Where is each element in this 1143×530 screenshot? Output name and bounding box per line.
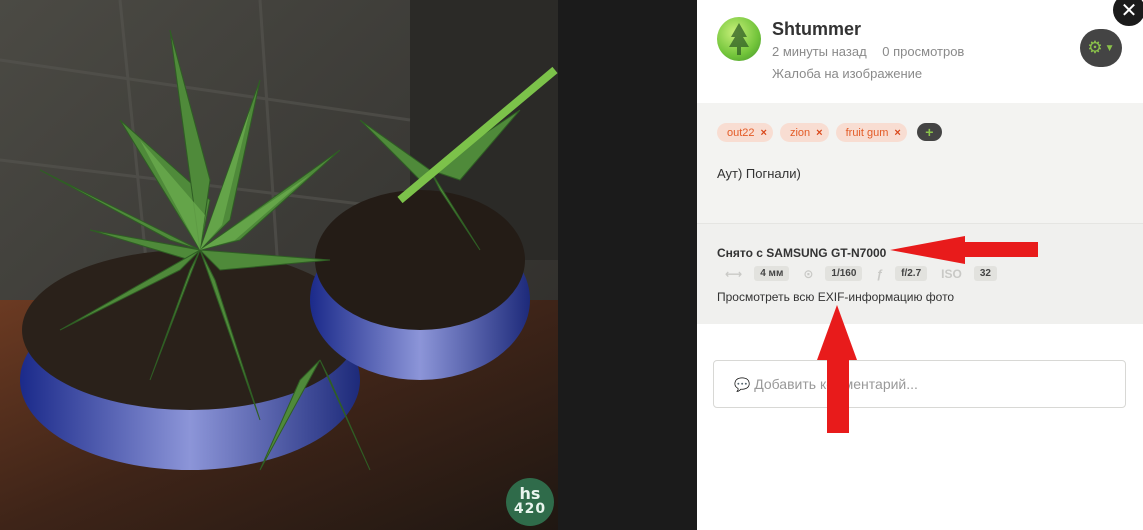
close-icon: ✕: [1120, 0, 1138, 22]
view-count: 0 просмотров: [882, 44, 965, 59]
tag-label: fruit gum: [845, 126, 889, 139]
hs420-logo: hs 420: [506, 478, 554, 526]
close-button[interactable]: ✕: [1111, 0, 1143, 28]
post-time: 2 минуты назад: [772, 44, 867, 59]
camera-model: Снято с SAMSUNG GT-N7000: [717, 246, 887, 260]
remove-tag-icon[interactable]: ×: [816, 127, 822, 139]
gear-icon: ⚙: [1087, 38, 1103, 57]
tags-section: out22 × zion × fruit gum × + Аут) Погнал…: [697, 103, 1143, 223]
remove-tag-icon[interactable]: ×: [894, 127, 900, 139]
exif-focal-length: ⟷ 4 мм: [725, 266, 790, 281]
settings-button[interactable]: ⚙ ▼: [1080, 29, 1122, 67]
add-tag-button[interactable]: +: [916, 123, 942, 141]
report-link[interactable]: Жалоба на изображение: [772, 66, 922, 81]
speech-bubble-icon: 💬: [734, 377, 751, 392]
watermark-line1: hs: [519, 484, 541, 503]
tag-chip[interactable]: out22 ×: [717, 123, 773, 142]
aperture-icon: ƒ: [876, 266, 884, 281]
tag-chip[interactable]: zion ×: [779, 123, 829, 142]
post-header: Shtummer 2 минуты назад 0 просмотров Жал…: [697, 0, 1143, 103]
focal-length-icon: ⟷: [725, 266, 743, 281]
annotation-arrow-up: [817, 305, 857, 433]
exif-value: 4 мм: [754, 266, 790, 281]
tag-label: out22: [727, 126, 755, 139]
author-name[interactable]: Shtummer: [772, 19, 861, 40]
plus-icon: +: [925, 124, 934, 140]
tag-label: zion: [789, 126, 811, 139]
tree-icon: [729, 23, 749, 55]
watermark-line2: 420: [513, 501, 547, 517]
post-photo[interactable]: [0, 0, 558, 530]
annotation-arrow-left: [890, 236, 1038, 264]
photo-image: [0, 0, 558, 530]
comment-input[interactable]: 💬 Добавить комментарий...: [713, 360, 1126, 408]
post-description: Аут) Погнали): [717, 166, 801, 181]
post-meta: 2 минуты назад 0 просмотров: [772, 44, 976, 59]
remove-tag-icon[interactable]: ×: [761, 127, 767, 139]
full-exif-link[interactable]: Просмотреть всю EXIF-информацию фото: [717, 290, 954, 304]
photo-viewer: hs 420: [0, 0, 697, 530]
avatar[interactable]: [717, 17, 761, 61]
tag-list: out22 × zion × fruit gum × +: [717, 123, 942, 142]
tag-chip[interactable]: fruit gum ×: [835, 123, 907, 142]
shutter-icon: ⊙: [803, 266, 814, 281]
caret-down-icon: ▼: [1104, 42, 1115, 54]
exif-shutter: ⊙ 1/160: [803, 266, 863, 281]
exif-value: 1/160: [825, 266, 863, 281]
